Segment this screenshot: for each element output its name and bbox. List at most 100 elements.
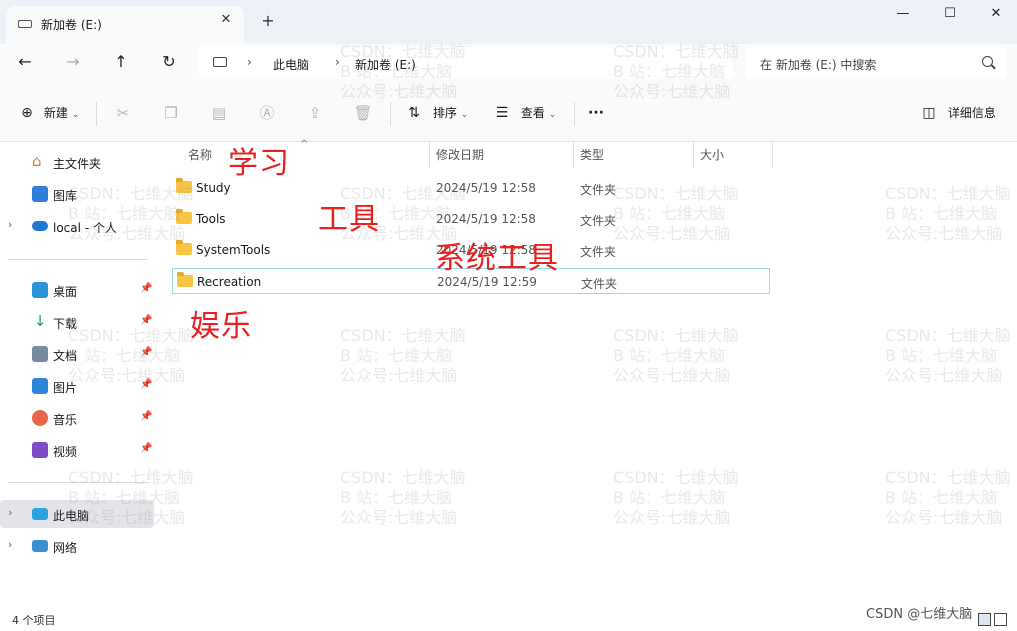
file-type: 文件夹 (580, 245, 617, 259)
sort-button[interactable]: ⇅ 排序 ⌄ (405, 101, 468, 125)
file-modified: 2024/5/19 12:58 (436, 212, 536, 226)
csdn-credit: CSDN @七维大脑 (866, 607, 973, 622)
up-button[interactable]: ↑ (109, 51, 133, 73)
file-name: SystemTools (196, 243, 271, 257)
sidebar-item-network[interactable]: › 网络 (0, 532, 154, 560)
item-count: 4 个项目 (12, 614, 56, 627)
back-button[interactable]: ← (13, 51, 37, 73)
chevron-down-icon: ⌄ (460, 110, 469, 120)
paste-icon[interactable]: ▤ (208, 101, 230, 125)
divider (574, 102, 575, 126)
rename-icon[interactable]: Ⓐ (256, 101, 278, 125)
divider (96, 102, 97, 126)
sidebar-item-gallery[interactable]: 图库 (0, 180, 154, 208)
sidebar-item-pictures[interactable]: 图片 📌 (0, 372, 154, 400)
sidebar-item-desktop[interactable]: 桌面 📌 (0, 276, 154, 304)
sidebar-item-label: 音乐 (53, 413, 78, 427)
folder-icon (176, 209, 192, 224)
tab-title: 新加卷 (E:) (41, 18, 102, 32)
column-divider[interactable] (573, 142, 574, 168)
close-tab-icon[interactable]: ✕ (218, 12, 234, 28)
sort-icon: ⇅ (408, 105, 420, 121)
sidebar-item-documents[interactable]: 文档 📌 (0, 340, 154, 368)
column-header-name[interactable]: 名称 (188, 142, 212, 170)
column-divider[interactable] (693, 142, 694, 168)
sidebar-item-label: 图库 (53, 189, 78, 203)
annotation-recreation: 娱乐 (190, 309, 252, 344)
sidebar-item-videos[interactable]: 视频 📌 (0, 436, 154, 464)
chevron-down-icon: ⌄ (71, 110, 80, 120)
copy-icon[interactable]: ❐ (160, 101, 182, 125)
annotation-study: 学习 (228, 146, 290, 181)
column-divider[interactable] (429, 142, 430, 168)
delete-icon[interactable]: 🗑 (352, 101, 374, 125)
desktop-icon (32, 282, 48, 298)
document-icon (32, 346, 48, 362)
sidebar-item-downloads[interactable]: ↓ 下载 📌 (0, 308, 154, 336)
download-icon: ↓ (33, 312, 47, 330)
computer-icon (213, 57, 227, 67)
breadcrumb-drive[interactable]: 新加卷 (E:) (355, 56, 416, 73)
chevron-right-icon[interactable]: › (8, 506, 12, 519)
search-icon (982, 56, 993, 67)
sidebar-item-label: 下载 (53, 317, 78, 331)
details-label: 详细信息 (947, 106, 996, 120)
view-button[interactable]: ☰ 查看 ⌄ (493, 101, 557, 125)
cloud-icon (32, 221, 48, 231)
pin-icon[interactable]: 📌 (140, 315, 152, 326)
sidebar-item-this-pc[interactable]: › 此电脑 (0, 500, 154, 528)
pin-icon[interactable]: 📌 (140, 283, 152, 294)
cut-icon[interactable]: ✂ (112, 101, 134, 125)
new-button[interactable]: ⊕ 新建 ⌄ (18, 101, 79, 125)
sidebar-item-label: 主文件夹 (53, 157, 102, 171)
sidebar-item-onedrive[interactable]: › local - 个人 (0, 212, 154, 240)
more-options-button[interactable]: ··· (588, 101, 604, 125)
search-input[interactable]: 在 新加卷 (E:) 中搜索 (746, 47, 1006, 79)
title-bar: 新加卷 (E:) ✕ + — ☐ ✕ (0, 0, 1017, 44)
folder-icon (177, 272, 193, 287)
maximize-button[interactable]: ☐ (927, 2, 973, 28)
music-icon (32, 410, 48, 426)
sidebar-item-home[interactable]: ⌂ 主文件夹 (0, 148, 154, 176)
details-view-icon[interactable] (978, 613, 991, 626)
share-icon[interactable]: ⇪ (304, 101, 326, 125)
drive-icon (18, 20, 32, 28)
new-tab-button[interactable]: + (258, 11, 278, 30)
pin-icon[interactable]: 📌 (140, 443, 152, 454)
breadcrumb-separator: › (247, 55, 252, 69)
sidebar-item-label: local - 个人 (53, 221, 117, 235)
chevron-right-icon[interactable]: › (8, 538, 12, 551)
address-bar[interactable]: › 此电脑 › 新加卷 (E:) (199, 47, 733, 79)
tiles-view-icon[interactable] (994, 613, 1007, 626)
file-row[interactable]: Tools 2024/5/19 12:58 文件夹 (172, 206, 770, 232)
tab-current[interactable]: 新加卷 (E:) ✕ (6, 6, 244, 44)
sidebar-item-label: 桌面 (53, 285, 78, 299)
file-modified: 2024/5/19 12:59 (437, 275, 537, 289)
divider (390, 102, 391, 126)
file-name: Tools (196, 212, 226, 226)
column-divider[interactable] (772, 142, 773, 168)
pin-icon[interactable]: 📌 (140, 379, 152, 390)
column-header-size[interactable]: 大小 (700, 142, 724, 170)
details-button[interactable]: ◫ 详细信息 (920, 101, 996, 125)
sidebar-item-label: 视频 (53, 445, 78, 459)
computer-icon (32, 508, 48, 520)
file-type: 文件夹 (580, 183, 617, 197)
sidebar-item-music[interactable]: 音乐 📌 (0, 404, 154, 432)
sort-label: 排序 (432, 106, 457, 120)
pin-icon[interactable]: 📌 (140, 411, 152, 422)
gallery-icon (32, 186, 48, 202)
pin-icon[interactable]: 📌 (140, 347, 152, 358)
refresh-button[interactable]: ↻ (157, 51, 181, 73)
close-window-button[interactable]: ✕ (973, 2, 1017, 28)
chevron-right-icon[interactable]: › (8, 218, 12, 231)
file-modified: 2024/5/19 12:58 (436, 181, 536, 195)
file-list: 名称 ^ 修改日期 类型 大小 Study 2024/5/19 12:58 文件… (160, 139, 1017, 607)
sidebar-divider (8, 259, 148, 260)
minimize-button[interactable]: — (880, 2, 926, 28)
column-header-modified[interactable]: 修改日期 (436, 142, 484, 170)
status-bar: 4 个项目 (0, 607, 1017, 631)
forward-button[interactable]: → (61, 51, 85, 73)
column-header-type[interactable]: 类型 (580, 142, 604, 170)
breadcrumb-this-pc[interactable]: 此电脑 (273, 56, 309, 73)
